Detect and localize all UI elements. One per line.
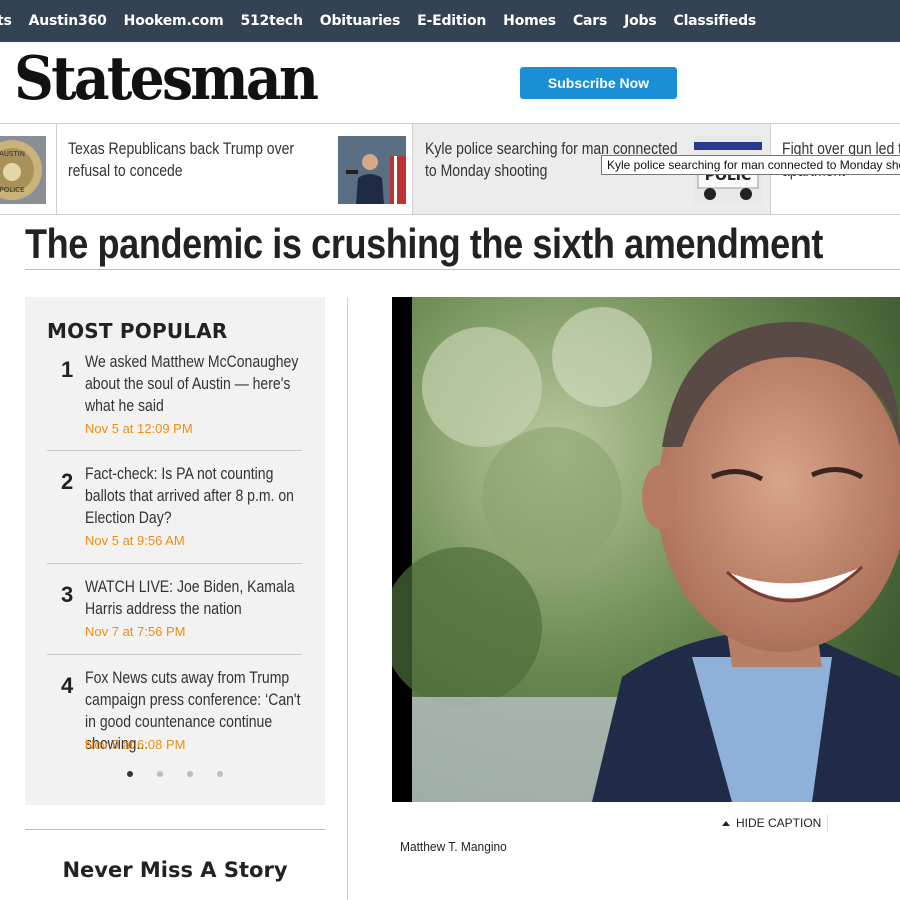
popular-divider bbox=[47, 450, 302, 451]
top-nav: ts Austin360 Hookem.com 512tech Obituari… bbox=[0, 0, 900, 42]
popular-item-date: Nov 5 at 12:09 PM bbox=[85, 421, 193, 436]
statesman-logo[interactable]: Statesman bbox=[14, 44, 319, 114]
popular-item-date: Nov 5 at 9:56 AM bbox=[85, 533, 185, 548]
newsletter-divider bbox=[25, 829, 325, 830]
police-badge-thumbnail: AUSTIN POLICE bbox=[0, 136, 46, 204]
newsletter-heading: Never Miss A Story bbox=[62, 858, 288, 882]
nav-link-e-edition[interactable]: E-Edition bbox=[417, 13, 486, 29]
carousel-dot-1[interactable] bbox=[127, 771, 133, 777]
site-header: Statesman Subscribe Now bbox=[0, 42, 900, 122]
headline-item-police-badge[interactable]: AUSTIN POLICE bbox=[0, 124, 58, 214]
nav-link-hookem[interactable]: Hookem.com bbox=[124, 13, 224, 29]
nav-link-cars[interactable]: Cars bbox=[573, 13, 607, 29]
most-popular-heading: MOST POPULAR bbox=[47, 319, 228, 343]
hide-caption-label: HIDE CAPTION bbox=[736, 816, 822, 830]
nav-link-austin360[interactable]: Austin360 bbox=[29, 13, 107, 29]
subscribe-button[interactable]: Subscribe Now bbox=[520, 67, 677, 99]
photo-caption: Matthew T. Mangino bbox=[400, 839, 507, 854]
popular-item-title: Fact-check: Is PA not counting ballots t… bbox=[85, 465, 294, 527]
nav-link-obituaries[interactable]: Obituaries bbox=[320, 13, 401, 29]
nav-link-homes[interactable]: Homes bbox=[503, 13, 556, 29]
nav-link-classifieds[interactable]: Classifieds bbox=[674, 13, 757, 29]
title-divider bbox=[25, 269, 900, 270]
nav-link-sports[interactable]: ts bbox=[0, 13, 12, 29]
svg-text:AUSTIN: AUSTIN bbox=[0, 150, 25, 158]
popular-item-2[interactable]: 2 Fact-check: Is PA not counting ballots… bbox=[47, 463, 302, 553]
popular-item-4[interactable]: 4 Fox News cuts away from Trump campaign… bbox=[47, 667, 302, 757]
popular-item-title: We asked Matthew McConaughey about the s… bbox=[85, 353, 299, 415]
caret-up-icon bbox=[722, 820, 730, 826]
carousel-dot-2[interactable] bbox=[157, 771, 163, 777]
column-divider bbox=[347, 297, 348, 900]
popular-divider bbox=[47, 654, 302, 655]
hide-caption-button[interactable]: HIDE CAPTION bbox=[722, 816, 821, 830]
popular-item-3[interactable]: 3 WATCH LIVE: Joe Biden, Kamala Harris a… bbox=[47, 576, 302, 646]
trump-rally-thumbnail bbox=[338, 136, 407, 204]
popular-item-date: Nov 7 at 7:56 PM bbox=[85, 624, 186, 639]
nav-link-jobs[interactable]: Jobs bbox=[624, 13, 657, 29]
popular-divider bbox=[47, 563, 302, 564]
caption-divider bbox=[827, 814, 828, 832]
popular-item-date: Nov 9 at 6:08 PM bbox=[85, 737, 186, 752]
headline-tooltip: Kyle police searching for man connected … bbox=[601, 155, 900, 175]
carousel-dots bbox=[127, 771, 223, 777]
svg-text:POLICE: POLICE bbox=[0, 186, 25, 194]
popular-item-number: 2 bbox=[61, 469, 74, 494]
carousel-dot-4[interactable] bbox=[217, 771, 223, 777]
most-popular-panel: MOST POPULAR 1 We asked Matthew McConaug… bbox=[25, 297, 325, 805]
carousel-dot-3[interactable] bbox=[187, 771, 193, 777]
article-title: The pandemic is crushing the sixth amend… bbox=[25, 220, 823, 267]
popular-item-number: 1 bbox=[61, 357, 74, 382]
nav-link-512tech[interactable]: 512tech bbox=[240, 13, 302, 29]
popular-item-number: 3 bbox=[61, 582, 74, 607]
headline-text: Texas Republicans back Trump over refusa… bbox=[68, 140, 295, 180]
headline-item-texas-republicans[interactable]: Texas Republicans back Trump over refusa… bbox=[57, 124, 414, 214]
article-photo[interactable] bbox=[392, 297, 900, 802]
popular-item-title: WATCH LIVE: Joe Biden, Kamala Harris add… bbox=[85, 578, 295, 618]
popular-item-number: 4 bbox=[61, 673, 74, 698]
popular-item-1[interactable]: 1 We asked Matthew McConaughey about the… bbox=[47, 351, 302, 441]
